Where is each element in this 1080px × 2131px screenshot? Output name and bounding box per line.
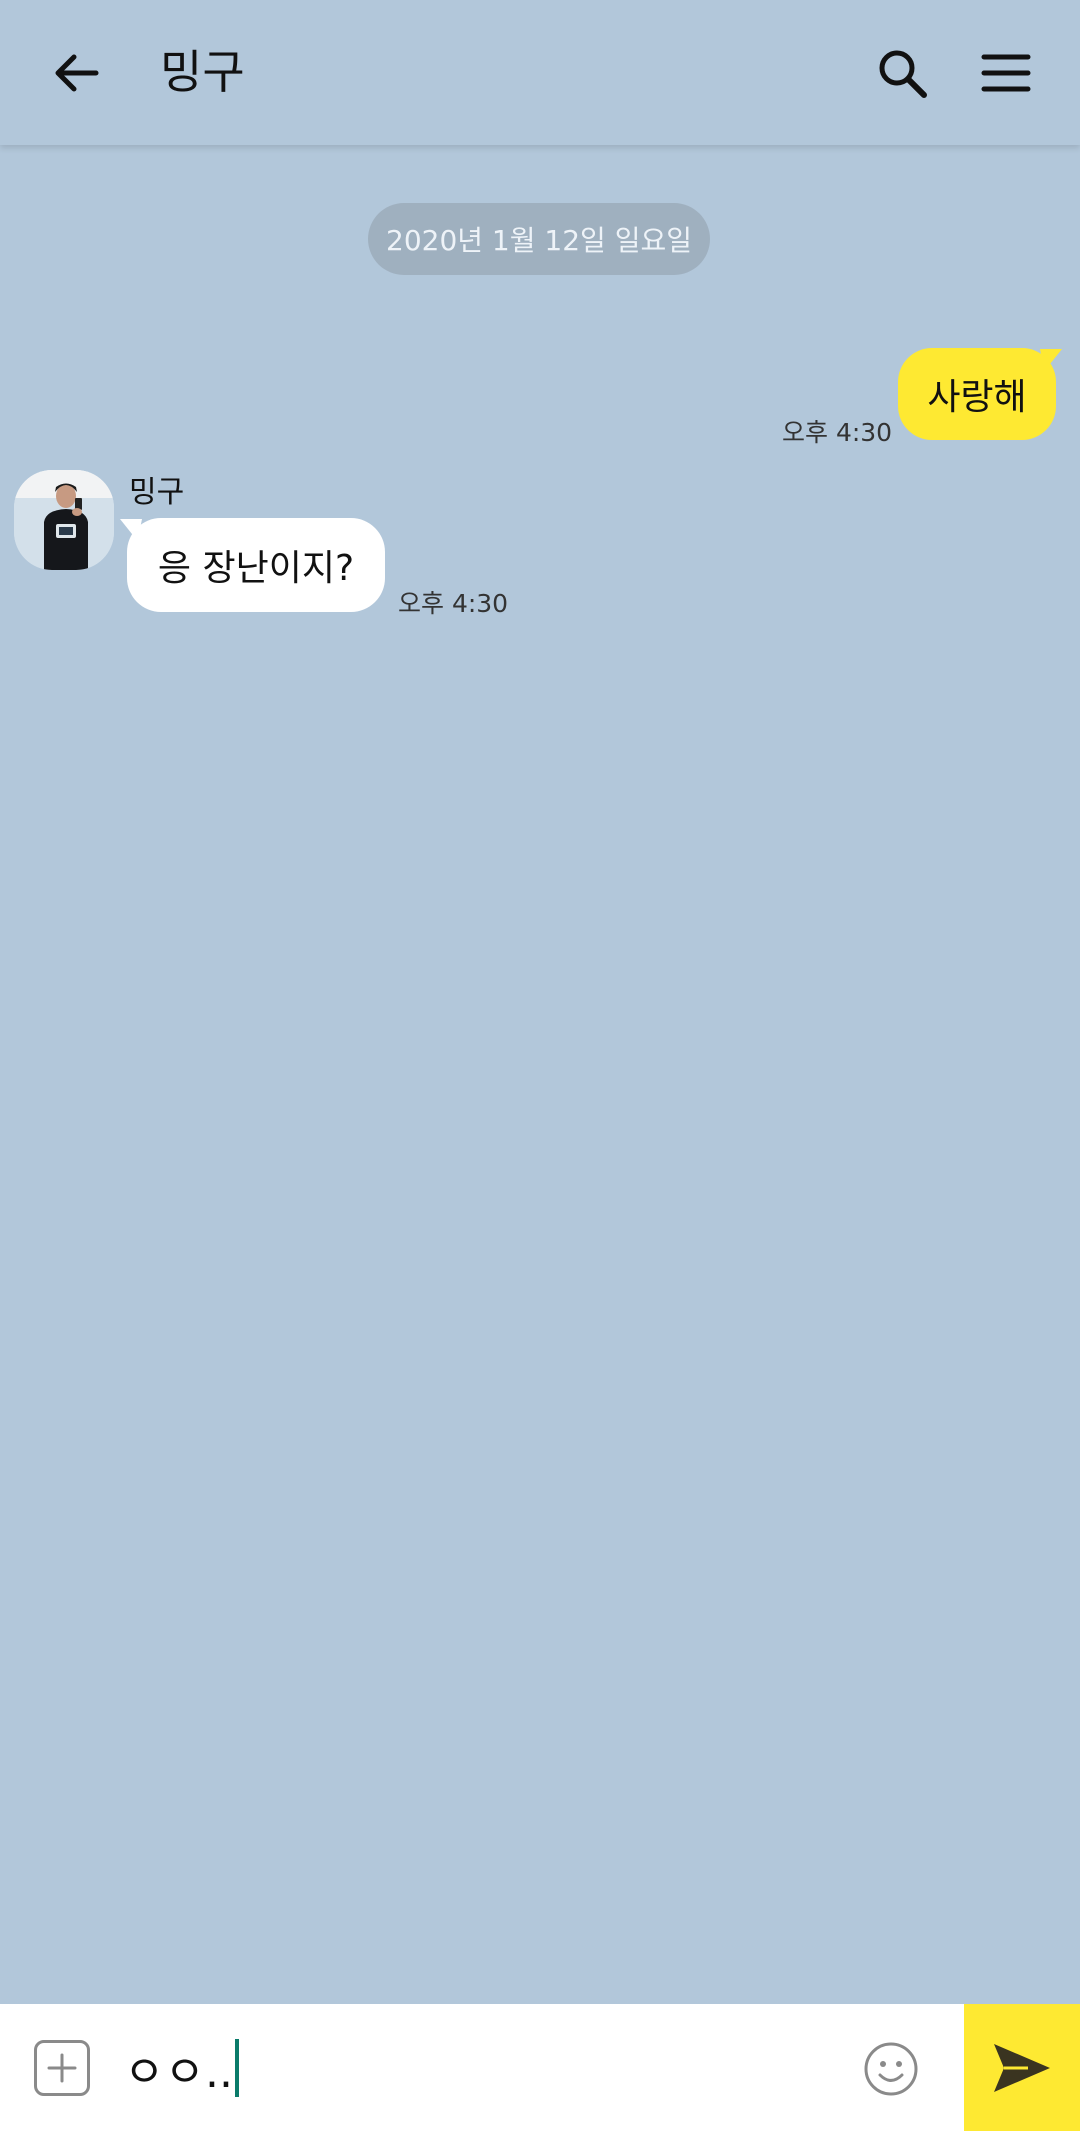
menu-button[interactable] xyxy=(966,33,1046,113)
hamburger-menu-icon xyxy=(981,54,1031,92)
send-arrow-icon xyxy=(994,2043,1050,2092)
arrow-left-icon xyxy=(55,54,99,92)
sent-message-bubble[interactable]: 사랑해 xyxy=(898,348,1056,440)
search-icon xyxy=(879,50,927,98)
smiley-icon xyxy=(864,2042,918,2096)
chat-title: 밍구 xyxy=(160,45,245,99)
message-composer: ㅇㅇ.. xyxy=(0,2004,1080,2131)
date-divider: 2020년 1월 12일 일요일 xyxy=(368,203,710,275)
text-caret xyxy=(234,2039,239,2097)
message-input[interactable]: ㅇㅇ.. xyxy=(124,2026,824,2110)
plus-square-icon xyxy=(47,2053,77,2083)
attach-button[interactable] xyxy=(34,2040,90,2096)
sent-message-time: 오후 4:30 xyxy=(782,418,893,447)
emoji-button[interactable] xyxy=(862,2040,920,2098)
send-button[interactable] xyxy=(964,2004,1080,2131)
received-message-time: 오후 4:30 xyxy=(398,589,509,618)
sender-name: 밍구 xyxy=(129,475,185,510)
chat-header: 밍구 xyxy=(0,0,1080,145)
search-button[interactable] xyxy=(862,33,942,113)
sender-avatar[interactable] xyxy=(14,470,114,570)
profile-photo xyxy=(14,470,114,570)
received-message-bubble[interactable]: 응 장난이지? xyxy=(127,518,385,612)
back-button[interactable] xyxy=(36,33,116,113)
message-input-text: ㅇㅇ.. xyxy=(124,2047,233,2098)
chat-screen: 밍구 2020년 1월 12일 일요일 사랑해 오후 4:30 밍구 응 장난이… xyxy=(0,0,1080,2131)
